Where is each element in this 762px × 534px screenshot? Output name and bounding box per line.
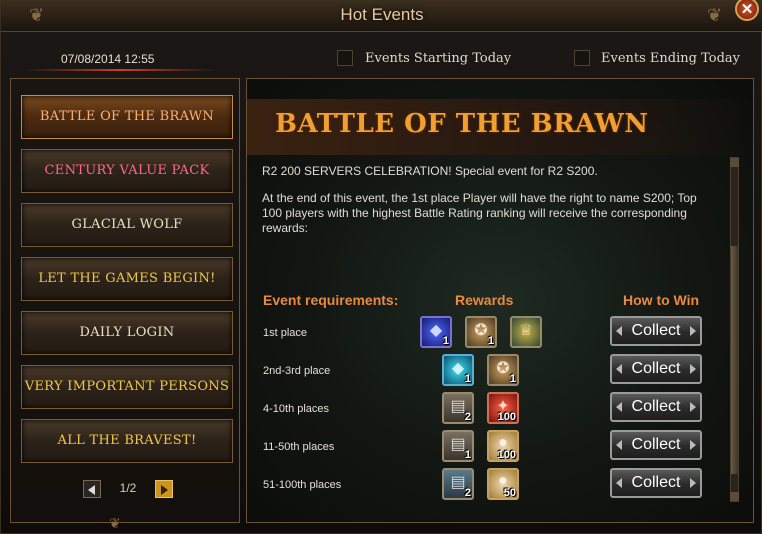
chest-icon[interactable]: ▤ 1 [442, 430, 474, 462]
sidebar-item-daily-login[interactable]: DAILY LOGIN [21, 311, 233, 355]
scrollbar-thumb[interactable] [731, 246, 738, 474]
sidebar-item-let-the-games-begin[interactable]: LET THE GAMES BEGIN! [21, 257, 233, 301]
ending-today-checkbox[interactable] [574, 50, 590, 66]
next-page-button[interactable] [155, 480, 173, 498]
scroll-up-button[interactable] [730, 158, 739, 167]
sidebar-item-glacial-wolf[interactable]: GLACIAL WOLF [21, 203, 233, 247]
row-label-11-50th-places: 11-50th places [263, 441, 335, 453]
collect-button-51-100th-places[interactable]: Collect [610, 468, 702, 498]
sidebar-item-battle-of-the-brawn[interactable]: BATTLE OF THE BRAWN [21, 95, 233, 139]
sidebar-item-very-important-persons[interactable]: VERY IMPORTANT PERSONS [21, 365, 233, 409]
chevron-left-icon [88, 485, 95, 495]
description-details: At the end of this event, the 1st place … [262, 191, 697, 235]
red-pack-icon[interactable]: ✦ 100 [487, 392, 519, 424]
event-list-panel: BATTLE OF THE BRAWN CENTURY VALUE PACK G… [10, 78, 240, 523]
chevron-right-icon [161, 485, 168, 495]
reward-qty: 1 [442, 335, 449, 347]
rewards-header: Rewards [455, 292, 514, 308]
event-title: BATTLE OF THE BRAWN [275, 109, 649, 139]
row-label-1st-place: 1st place [263, 327, 308, 339]
reward-qty: 2 [464, 487, 471, 499]
event-description: R2 200 SERVERS CELEBRATION! Special even… [262, 164, 697, 248]
description-intro: R2 200 SERVERS CELEBRATION! Special even… [262, 164, 598, 178]
reward-qty: 2 [464, 411, 471, 423]
starting-today-label: Events Starting Today [365, 51, 512, 66]
reward-qty: 100 [497, 411, 516, 423]
sidebar-item-century-value-pack[interactable]: CENTURY VALUE PACK [21, 149, 233, 193]
reward-qty: 100 [497, 449, 516, 461]
row-label-2nd-3rd-place: 2nd-3rd place [263, 365, 331, 377]
reward-qty: 1 [464, 373, 471, 385]
current-date: 07/08/2014 12:55 [61, 52, 155, 66]
starting-today-checkbox[interactable] [337, 50, 353, 66]
blue-gem-icon[interactable]: ◆ 1 [420, 316, 452, 348]
row-label-51-100th-places: 51-100th places [263, 479, 342, 491]
collect-button-1st-place[interactable]: Collect [610, 316, 702, 346]
collect-button-2nd-3rd-place[interactable]: Collect [610, 354, 702, 384]
orb-icon[interactable]: ● 100 [487, 430, 519, 462]
date-underline [26, 69, 216, 71]
event-detail-panel: BATTLE OF THE BRAWN R2 200 SERVERS CELEB… [246, 78, 754, 523]
page-indicator: 1/2 [119, 481, 137, 495]
trophy-icon[interactable]: ♕ [510, 316, 542, 348]
collect-button-4-10th-places[interactable]: Collect [610, 392, 702, 422]
orb-icon[interactable]: ● 50 [487, 468, 519, 500]
reward-qty: 50 [503, 487, 516, 499]
row-label-4-10th-places: 4-10th places [263, 403, 330, 415]
scroll-down-button[interactable] [730, 492, 739, 501]
pager: 1/2 [83, 480, 173, 500]
title-bar[interactable]: ❦ ❦ Hot Events [1, 1, 762, 32]
reward-qty: 1 [509, 373, 516, 385]
medal-icon[interactable]: ✪ 1 [465, 316, 497, 348]
prev-page-button[interactable] [83, 480, 101, 498]
hot-events-window: ❦ ❦ Hot Events ✕ 07/08/2014 12:55 Events… [0, 0, 762, 534]
window-title: Hot Events [340, 5, 424, 24]
cyan-gem-icon[interactable]: ◆ 1 [442, 354, 474, 386]
scrollbar[interactable] [730, 157, 739, 502]
collect-button-11-50th-places[interactable]: Collect [610, 430, 702, 460]
sidebar-item-all-the-bravest[interactable]: ALL THE BRAVEST! [21, 419, 233, 463]
chest-icon[interactable]: ▤ 2 [442, 392, 474, 424]
reward-qty: 1 [487, 335, 494, 347]
ending-today-label: Events Ending Today [601, 51, 741, 66]
blue-chest-icon[interactable]: ▤ 2 [442, 468, 474, 500]
how-to-win-header: How to Win [623, 292, 700, 308]
medal-icon[interactable]: ✪ 1 [487, 354, 519, 386]
requirements-header: Event requirements: [263, 292, 399, 308]
bottom-ornament-icon: ❦ [109, 515, 121, 531]
reward-qty: 1 [464, 449, 471, 461]
